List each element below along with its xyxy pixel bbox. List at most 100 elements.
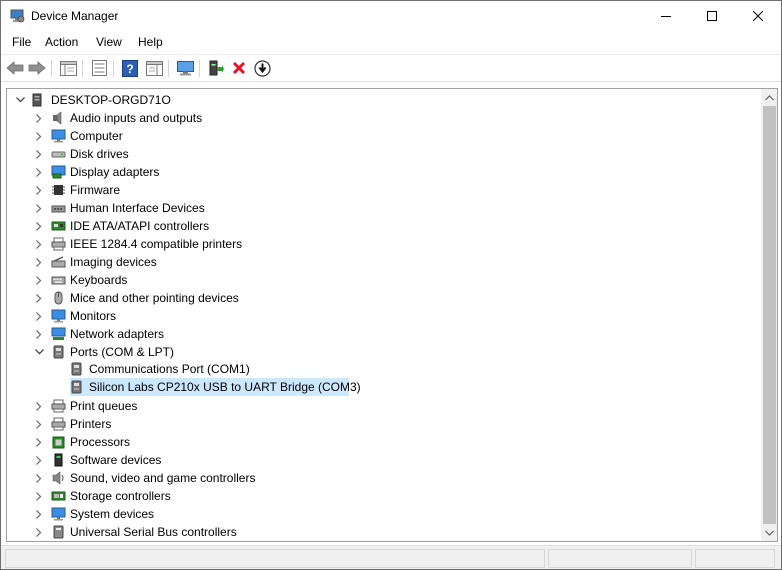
tree-category-row[interactable]: IDE ATA/ATAPI controllers bbox=[7, 217, 757, 235]
title-bar[interactable]: Device Manager bbox=[1, 1, 781, 31]
back-button[interactable] bbox=[5, 58, 25, 78]
close-button[interactable] bbox=[735, 1, 781, 31]
monitor-icon bbox=[51, 129, 66, 143]
tree-category-label: Network adapters bbox=[70, 327, 165, 341]
expand-chevron-icon[interactable] bbox=[34, 505, 44, 523]
toolbar: ? bbox=[1, 54, 781, 82]
tree-category-row[interactable]: Network adapters bbox=[7, 325, 757, 343]
expand-chevron-icon[interactable] bbox=[34, 433, 44, 451]
port-connector-icon bbox=[71, 380, 82, 394]
uninstall-device-icon bbox=[232, 61, 246, 75]
action-pane-icon bbox=[145, 60, 163, 76]
expand-chevron-icon[interactable] bbox=[34, 415, 44, 433]
processor-icon bbox=[52, 436, 65, 449]
expand-chevron-icon[interactable] bbox=[34, 217, 44, 235]
tree-category-row[interactable]: Keyboards bbox=[7, 271, 757, 289]
tree-device-row-selected[interactable]: Silicon Labs CP210x USB to UART Bridge (… bbox=[7, 378, 757, 396]
menu-view[interactable]: View bbox=[96, 35, 122, 49]
expand-chevron-icon[interactable] bbox=[34, 307, 44, 325]
device-label-com3: Silicon Labs CP210x USB to UART Bridge (… bbox=[89, 380, 361, 394]
tree-category-row[interactable]: Disk drives bbox=[7, 145, 757, 163]
sound-controller-icon bbox=[52, 471, 64, 485]
expand-chevron-icon[interactable] bbox=[34, 181, 44, 199]
tree-category-row[interactable]: Software devices bbox=[7, 451, 757, 469]
tree-category-row[interactable]: Audio inputs and outputs bbox=[7, 109, 757, 127]
collapse-chevron-icon[interactable] bbox=[15, 91, 25, 109]
tree-category-row[interactable]: Sound, video and game controllers bbox=[7, 469, 757, 487]
tree-category-row[interactable]: Storage controllers bbox=[7, 487, 757, 505]
scroll-thumb[interactable] bbox=[763, 106, 776, 524]
tree-category-label: Disk drives bbox=[70, 147, 129, 161]
show-hide-console-tree-button[interactable] bbox=[58, 58, 78, 78]
expand-chevron-icon[interactable] bbox=[34, 253, 44, 271]
expand-chevron-icon[interactable] bbox=[34, 469, 44, 487]
display-adapter-icon bbox=[51, 165, 66, 179]
tree-category-row[interactable]: Computer bbox=[7, 127, 757, 145]
port-connector-icon bbox=[53, 345, 64, 359]
tree-category-row[interactable]: Ports (COM & LPT) bbox=[7, 343, 757, 361]
expand-chevron-icon[interactable] bbox=[34, 325, 44, 343]
expand-chevron-icon[interactable] bbox=[34, 127, 44, 145]
scan-hardware-changes-button[interactable] bbox=[175, 58, 195, 78]
forward-button[interactable] bbox=[27, 58, 47, 78]
minimize-button[interactable] bbox=[643, 1, 689, 31]
properties-button[interactable] bbox=[89, 58, 109, 78]
scan-hardware-icon bbox=[176, 60, 194, 75]
imaging-device-icon bbox=[51, 256, 66, 268]
tree-category-label: Mice and other pointing devices bbox=[70, 291, 239, 305]
update-driver-button[interactable] bbox=[206, 58, 226, 78]
tree-category-row[interactable]: IEEE 1284.4 compatible printers bbox=[7, 235, 757, 253]
keyboard-icon bbox=[51, 276, 66, 285]
expand-chevron-icon[interactable] bbox=[34, 199, 44, 217]
storage-controller-icon bbox=[51, 491, 66, 501]
expand-chevron-icon[interactable] bbox=[34, 145, 44, 163]
menu-help[interactable]: Help bbox=[138, 35, 163, 49]
tree-category-row[interactable]: Processors bbox=[7, 433, 757, 451]
tree-category-row[interactable]: System devices bbox=[7, 505, 757, 523]
action-pane-button[interactable] bbox=[144, 58, 164, 78]
scroll-up-button[interactable] bbox=[761, 89, 777, 106]
toolbar-separator bbox=[51, 60, 52, 77]
tree-category-row[interactable]: Monitors bbox=[7, 307, 757, 325]
tree-category-row[interactable]: Human Interface Devices bbox=[7, 199, 757, 217]
tree-category-label: Audio inputs and outputs bbox=[70, 111, 203, 125]
status-cell-main bbox=[5, 549, 545, 568]
tree-root[interactable]: DESKTOP-ORGD71O bbox=[7, 91, 757, 109]
tree-category-row[interactable]: Display adapters bbox=[7, 163, 757, 181]
menu-action[interactable]: Action bbox=[45, 35, 78, 49]
device-tree[interactable]: DESKTOP-ORGD71O Audio inputs and outputs… bbox=[6, 88, 778, 542]
expand-chevron-icon[interactable] bbox=[34, 451, 44, 469]
tree-category-row[interactable]: Print queues bbox=[7, 397, 757, 415]
expand-chevron-icon[interactable] bbox=[34, 109, 44, 127]
tree-category-row[interactable]: Printers bbox=[7, 415, 757, 433]
expand-chevron-icon[interactable] bbox=[34, 487, 44, 505]
expand-chevron-icon[interactable] bbox=[34, 271, 44, 289]
expand-chevron-icon[interactable] bbox=[34, 523, 44, 541]
expand-chevron-icon[interactable] bbox=[34, 397, 44, 415]
status-bar bbox=[1, 545, 781, 569]
disable-device-button[interactable] bbox=[252, 58, 272, 78]
network-adapter-icon bbox=[51, 327, 66, 340]
menu-file[interactable]: File bbox=[12, 35, 31, 49]
help-button[interactable]: ? bbox=[120, 58, 140, 78]
tree-category-label: Display adapters bbox=[70, 165, 160, 179]
expand-chevron-icon[interactable] bbox=[34, 235, 44, 253]
maximize-button[interactable] bbox=[689, 1, 735, 31]
expand-chevron-icon[interactable] bbox=[34, 289, 44, 307]
collapse-chevron-icon[interactable] bbox=[34, 343, 44, 361]
toolbar-separator bbox=[113, 60, 114, 77]
tree-category-label: Print queues bbox=[70, 399, 138, 413]
vertical-scrollbar[interactable] bbox=[761, 89, 777, 541]
toolbar-separator bbox=[168, 60, 169, 77]
scroll-down-button[interactable] bbox=[761, 524, 777, 541]
tree-category-row[interactable]: Imaging devices bbox=[7, 253, 757, 271]
tree-category-row[interactable]: Firmware bbox=[7, 181, 757, 199]
tree-device-row[interactable]: Communications Port (COM1) bbox=[7, 360, 757, 378]
tree-category-row[interactable]: Mice and other pointing devices bbox=[7, 289, 757, 307]
disable-device-icon bbox=[253, 59, 271, 77]
mouse-icon bbox=[54, 291, 63, 305]
uninstall-device-button[interactable] bbox=[229, 58, 249, 78]
close-icon bbox=[753, 11, 763, 21]
expand-chevron-icon[interactable] bbox=[34, 163, 44, 181]
tree-category-row[interactable]: Universal Serial Bus controllers bbox=[7, 523, 757, 541]
